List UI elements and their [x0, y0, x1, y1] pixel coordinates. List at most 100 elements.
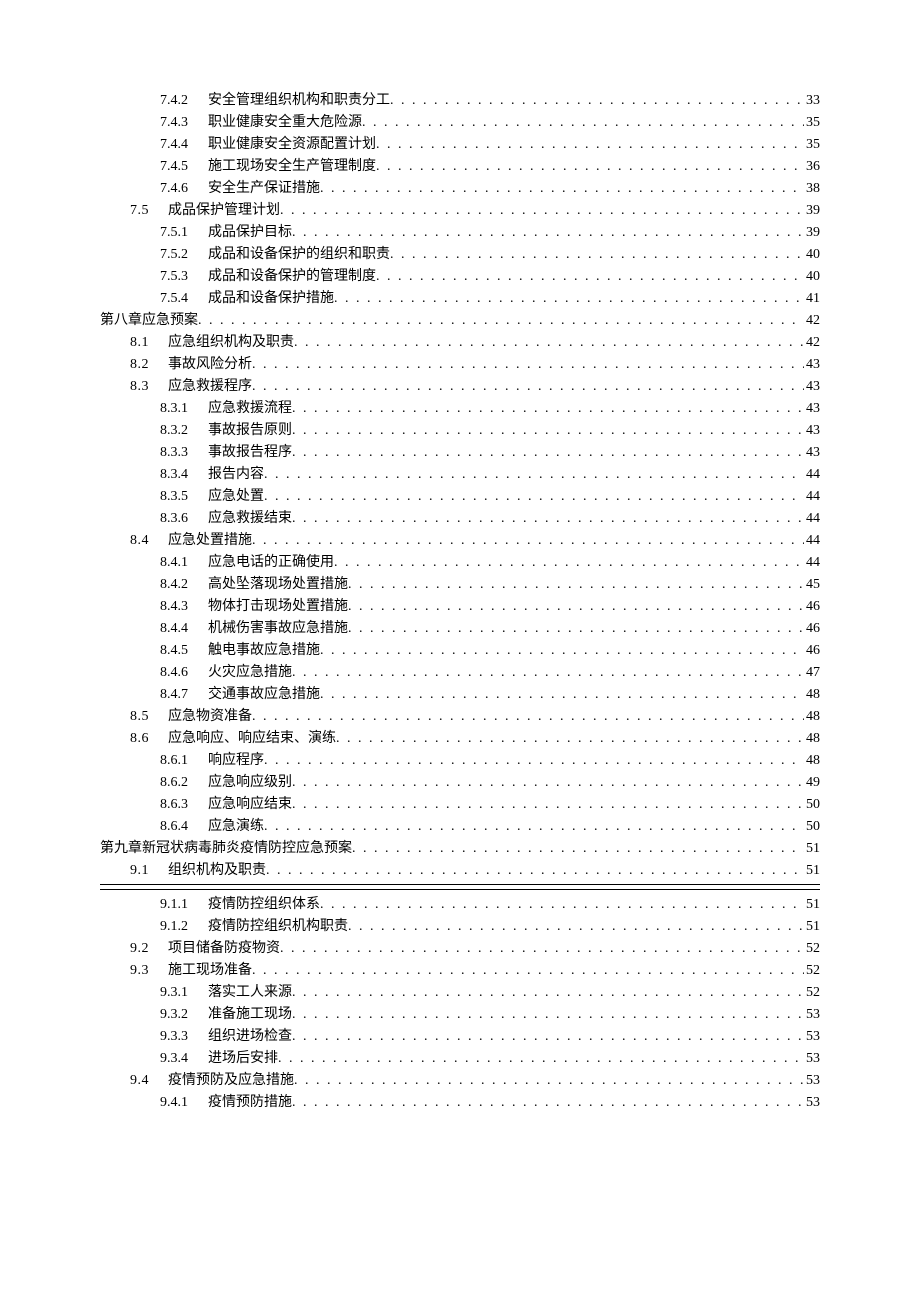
toc-dots: . . . . . . . . . . . . . . . . . . . . … [264, 464, 804, 486]
toc-entry-number: 9.2 [130, 938, 168, 960]
toc-dots: . . . . . . . . . . . . . . . . . . . . … [280, 200, 804, 222]
toc-entry-page: 44 [804, 486, 820, 508]
toc-entry-page: 40 [804, 244, 820, 266]
toc-entry-page: 33 [804, 90, 820, 112]
toc-dots: . . . . . . . . . . . . . . . . . . . . … [348, 596, 804, 618]
toc-entry-page: 44 [804, 530, 820, 552]
toc-entry-page: 43 [804, 442, 820, 464]
toc-entry-number: 7.4.4 [160, 134, 208, 156]
toc-entry-page: 39 [804, 222, 820, 244]
toc-entry-page: 42 [804, 332, 820, 354]
toc-entry-page: 46 [804, 640, 820, 662]
toc-entry: 8.6应急响应、响应结束、演练. . . . . . . . . . . . .… [100, 728, 820, 750]
toc-entry-page: 44 [804, 552, 820, 574]
toc-dots: . . . . . . . . . . . . . . . . . . . . … [294, 332, 804, 354]
toc-entry-title: 应急处置 [208, 486, 264, 508]
toc-dots: . . . . . . . . . . . . . . . . . . . . … [348, 574, 804, 596]
toc-entry: 7.4.6安全生产保证措施. . . . . . . . . . . . . .… [100, 178, 820, 200]
toc-entry-title: 成品和设备保护的组织和职责 [208, 244, 390, 266]
toc-entry-title: 应急物资准备 [168, 706, 252, 728]
toc-entry-title: 触电事故应急措施 [208, 640, 320, 662]
toc-dots: . . . . . . . . . . . . . . . . . . . . … [266, 860, 804, 882]
toc-entry-page: 53 [804, 1004, 820, 1026]
toc-dots: . . . . . . . . . . . . . . . . . . . . … [376, 266, 804, 288]
toc-entry-title: 安全管理组织机构和职责分工 [208, 90, 390, 112]
toc-dots: . . . . . . . . . . . . . . . . . . . . … [292, 1026, 804, 1048]
toc-dots: . . . . . . . . . . . . . . . . . . . . … [252, 354, 804, 376]
toc-entry: 9.1.2疫情防控组织机构职责. . . . . . . . . . . . .… [100, 916, 820, 938]
toc-entry: 8.5应急物资准备. . . . . . . . . . . . . . . .… [100, 706, 820, 728]
toc-dots: . . . . . . . . . . . . . . . . . . . . … [292, 508, 804, 530]
toc-dots: . . . . . . . . . . . . . . . . . . . . … [334, 288, 804, 310]
toc-entry-number: 9.4.1 [160, 1092, 208, 1114]
toc-entry-title: 疫情预防措施 [208, 1092, 292, 1114]
toc-entry-title: 物体打击现场处置措施 [208, 596, 348, 618]
toc-entry-page: 51 [804, 916, 820, 938]
toc-entry: 7.5.1成品保护目标. . . . . . . . . . . . . . .… [100, 222, 820, 244]
toc-entry-number: 7.5.3 [160, 266, 208, 288]
toc-entry-number: 8.3.1 [160, 398, 208, 420]
toc-entry-title: 应急组织机构及职责 [168, 332, 294, 354]
toc-entry: 9.3.1落实工人来源. . . . . . . . . . . . . . .… [100, 982, 820, 1004]
toc-entry: 8.3.6应急救援结束. . . . . . . . . . . . . . .… [100, 508, 820, 530]
toc-dots: . . . . . . . . . . . . . . . . . . . . … [320, 178, 804, 200]
toc-entry-number: 8.2 [130, 354, 168, 376]
toc-dots: . . . . . . . . . . . . . . . . . . . . … [336, 728, 804, 750]
toc-entry: 8.3.2事故报告原则. . . . . . . . . . . . . . .… [100, 420, 820, 442]
toc-entry-title: 落实工人来源 [208, 982, 292, 1004]
toc-dots: . . . . . . . . . . . . . . . . . . . . … [294, 1070, 804, 1092]
toc-dots: . . . . . . . . . . . . . . . . . . . . … [292, 772, 804, 794]
toc-entry-number: 8.3.5 [160, 486, 208, 508]
toc-entry-title: 应急响应结束 [208, 794, 292, 816]
toc-entry-page: 48 [804, 750, 820, 772]
toc-entry-page: 45 [804, 574, 820, 596]
toc-entry-number: 8.6.4 [160, 816, 208, 838]
toc-entry-title: 组织进场检查 [208, 1026, 292, 1048]
toc-entry: 9.3施工现场准备. . . . . . . . . . . . . . . .… [100, 960, 820, 982]
toc-entry-number: 7.5.4 [160, 288, 208, 310]
toc-entry-title: 事故风险分析 [168, 354, 252, 376]
toc-entry-title: 组织机构及职责 [168, 860, 266, 882]
document-page: 7.4.2安全管理组织机构和职责分工 . . . . . . . . . . . … [0, 0, 920, 1301]
toc-entry: 8.6.2应急响应级别. . . . . . . . . . . . . . .… [100, 772, 820, 794]
toc-entry: 8.1应急组织机构及职责. . . . . . . . . . . . . . … [100, 332, 820, 354]
toc-entry-title: 交通事故应急措施 [208, 684, 320, 706]
toc-entry: 9.4.1疫情预防措施. . . . . . . . . . . . . . .… [100, 1092, 820, 1114]
toc-entry: 9.3.2准备施工现场. . . . . . . . . . . . . . .… [100, 1004, 820, 1026]
toc-entry-title: 职业健康安全资源配置计划 [208, 134, 376, 156]
toc-entry-page: 48 [804, 684, 820, 706]
toc-entry-number: 8.3.6 [160, 508, 208, 530]
toc-entry: 8.6.4应急演练. . . . . . . . . . . . . . . .… [100, 816, 820, 838]
toc-entry-title: 应急救援程序 [168, 376, 252, 398]
toc-entry: 8.6.3应急响应结束. . . . . . . . . . . . . . .… [100, 794, 820, 816]
toc-entry-page: 43 [804, 354, 820, 376]
toc-dots: . . . . . . . . . . . . . . . . . . . . … [252, 706, 804, 728]
toc-entry-number: 7.5.1 [160, 222, 208, 244]
toc-entry-page: 53 [804, 1026, 820, 1048]
toc-entry: 8.3.4报告内容. . . . . . . . . . . . . . . .… [100, 464, 820, 486]
toc-dots: . . . . . . . . . . . . . . . . . . . . … [320, 684, 804, 706]
toc-entry: 9.1组织机构及职责. . . . . . . . . . . . . . . … [100, 860, 820, 882]
toc-entry-title: 应急响应、响应结束、演练 [168, 728, 336, 750]
toc-dots: . . . . . . . . . . . . . . . . . . . . … [348, 916, 804, 938]
toc-entry-number: 7.4.6 [160, 178, 208, 200]
toc-entry-number: 8.4.6 [160, 662, 208, 684]
toc-entry-title: 高处坠落现场处置措施 [208, 574, 348, 596]
toc-entry-number: 7.4.2 [160, 90, 208, 112]
toc-dots: . . . . . . . . . . . . . . . . . . . . … [334, 552, 804, 574]
toc-dots: . . . . . . . . . . . . . . . . . . . . … [376, 156, 804, 178]
toc-entry-number: 9.3.4 [160, 1048, 208, 1070]
toc-entry-number: 8.4.5 [160, 640, 208, 662]
toc-entry-number: 8.5 [130, 706, 168, 728]
toc-dots: . . . . . . . . . . . . . . . . . . . . … [264, 750, 804, 772]
toc-entry-number: 9.3 [130, 960, 168, 982]
toc-entry-title: 响应程序 [208, 750, 264, 772]
toc-entry-number: 8.4.3 [160, 596, 208, 618]
toc-entry: 8.3.5应急处置. . . . . . . . . . . . . . . .… [100, 486, 820, 508]
toc-entry-page: 38 [804, 178, 820, 200]
toc-entry-page: 52 [804, 938, 820, 960]
toc-entry: 第八章应急预案. . . . . . . . . . . . . . . . .… [100, 310, 820, 332]
toc-entry-number: 8.4.4 [160, 618, 208, 640]
toc-entry: 8.3应急救援程序. . . . . . . . . . . . . . . .… [100, 376, 820, 398]
toc-entry-page: 39 [804, 200, 820, 222]
